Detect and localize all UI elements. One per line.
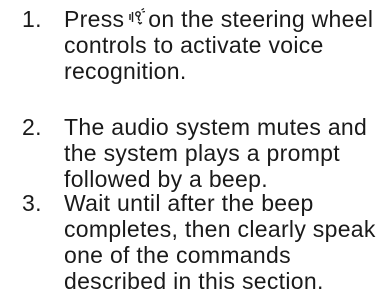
step-number: 2.	[22, 114, 42, 140]
voice-recognition-icon	[128, 8, 146, 30]
step-line: one of the commands	[64, 242, 291, 268]
step-number: 1.	[22, 6, 42, 32]
step-line: completes, then clearly speak	[64, 216, 376, 242]
step-line: recognition.	[64, 58, 187, 84]
step-text: The audio system mutes and the system pl…	[64, 114, 384, 192]
step-line-text: Press	[64, 6, 125, 32]
step-number: 3.	[22, 190, 42, 216]
step-line: described in this section.	[64, 268, 324, 294]
step-line: The audio system mutes and	[64, 114, 368, 140]
step-text: Press on the steering wheel controls to a…	[64, 6, 384, 84]
step-text: Wait until after the beep completes, the…	[64, 190, 384, 294]
step-line: Wait until after the beep	[64, 190, 314, 216]
step-line-text: on the steering wheel	[148, 6, 374, 32]
step-line: the system plays a prompt	[64, 140, 340, 166]
step-line: Press on the steering wheel	[64, 6, 384, 32]
step-line: controls to activate voice	[64, 32, 324, 58]
step-line: followed by a beep.	[64, 166, 268, 192]
